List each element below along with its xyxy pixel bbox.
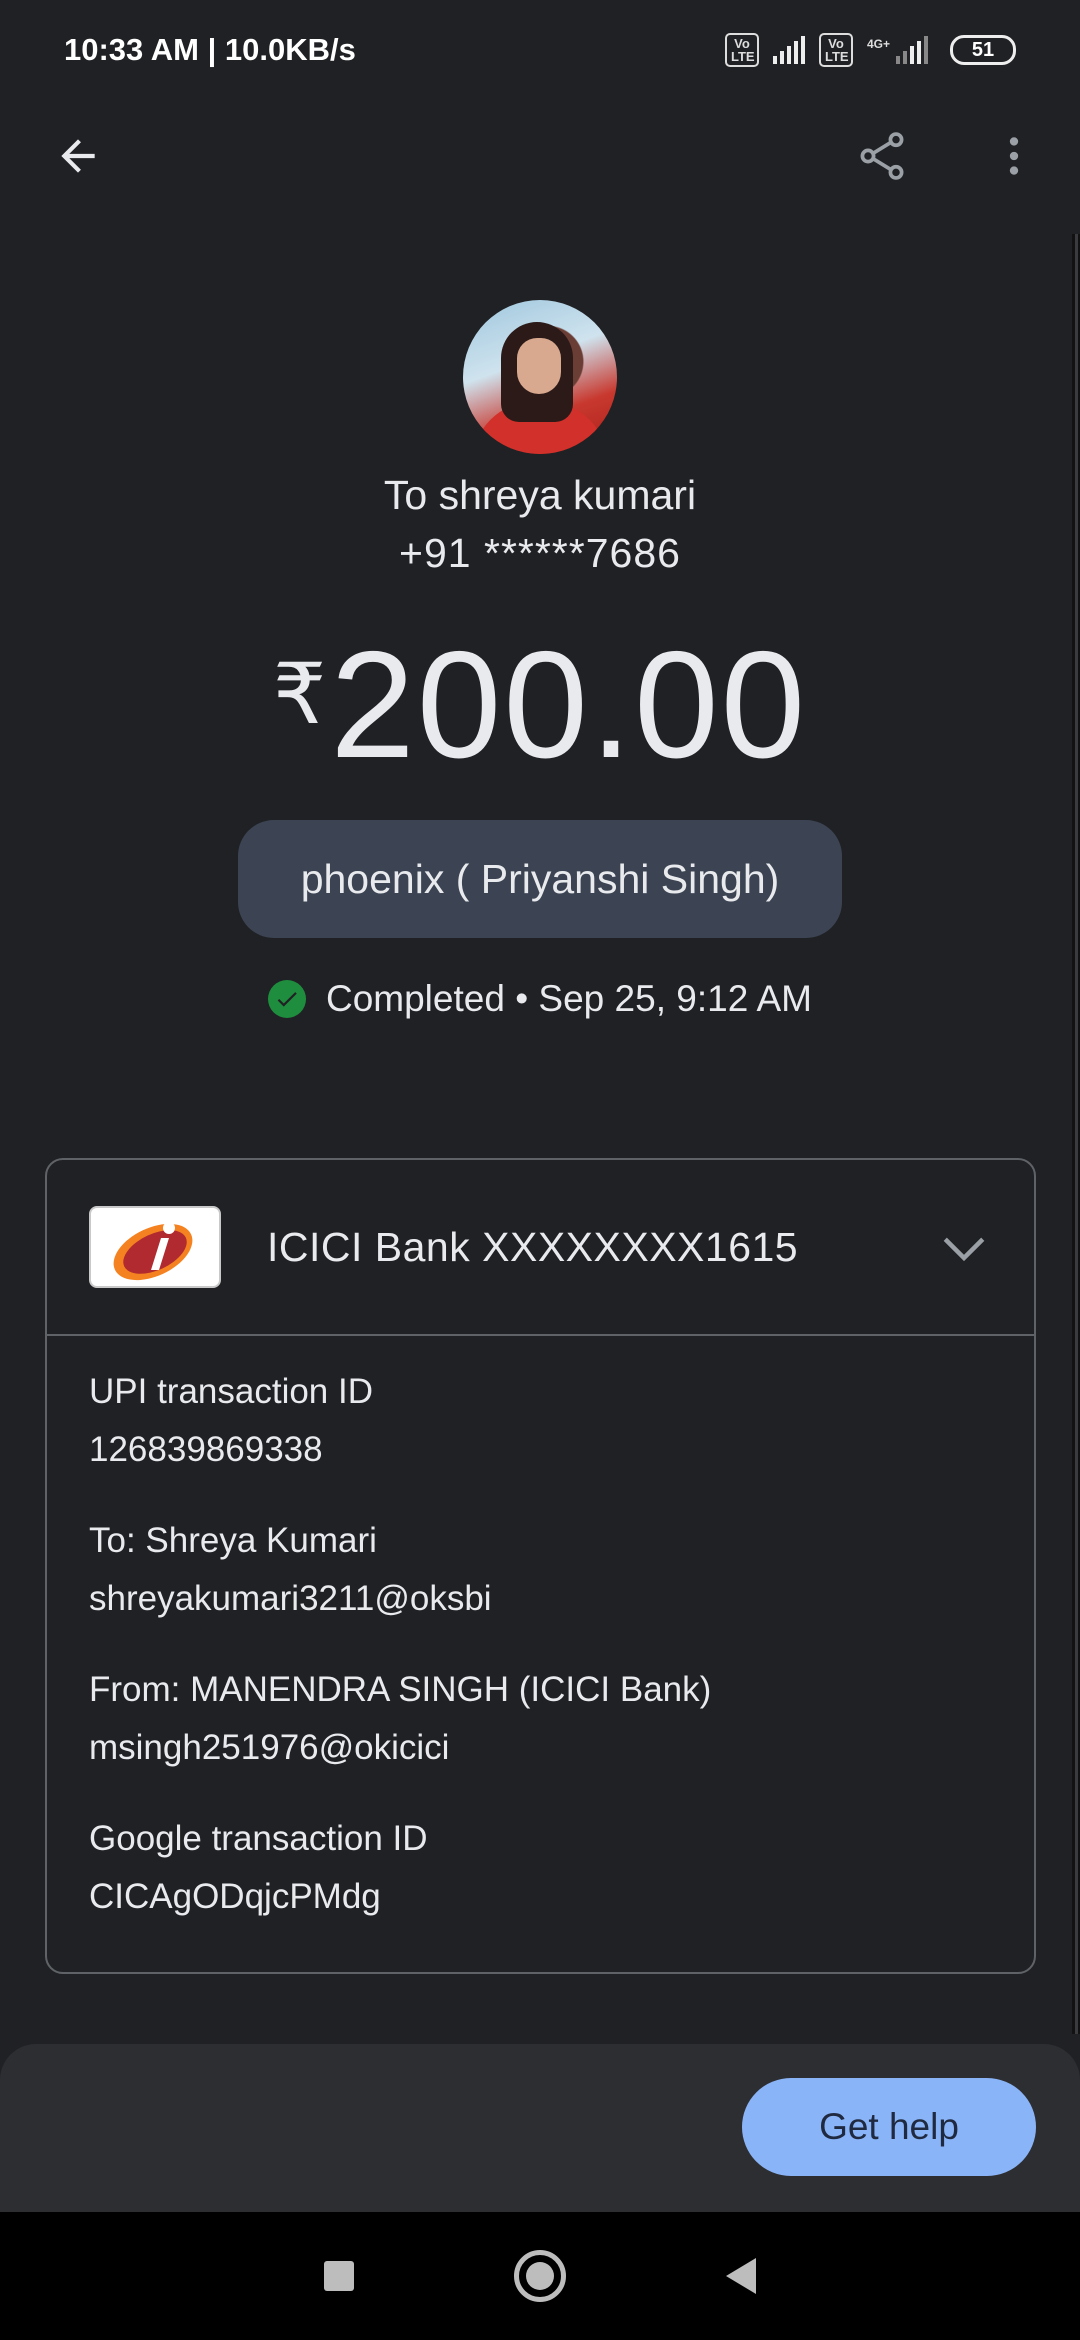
google-transaction-id: Google transaction ID CICAgODqjcPMdg xyxy=(89,1819,428,1917)
status-bar: 10:33 AM | 10.0KB/s Vo LTE Vo LTE 4G+ 51 xyxy=(0,0,1080,100)
arrow-back-icon xyxy=(61,139,95,173)
detail-value[interactable]: msingh251976@okicici xyxy=(89,1728,711,1768)
detail-value[interactable]: 126839869338 xyxy=(89,1430,373,1470)
status-text: Completed • Sep 25, 9:12 AM xyxy=(325,978,813,1019)
home-button[interactable] xyxy=(514,2250,566,2302)
recipient-name: To shreya kumari xyxy=(383,472,697,518)
more-options-button[interactable] xyxy=(974,116,1054,196)
from-details: From: MANENDRA SINGH (ICICI Bank) msingh… xyxy=(89,1670,711,1768)
nav-back-button[interactable] xyxy=(726,2258,756,2294)
recipient-avatar xyxy=(463,300,617,454)
bank-account-row[interactable]: ICICI Bank XXXXXXXX1615 xyxy=(47,1160,1034,1336)
get-help-button[interactable]: Get help xyxy=(742,2078,1036,2176)
detail-value[interactable]: CICAgODqjcPMdg xyxy=(89,1877,428,1917)
chevron-down-icon[interactable] xyxy=(934,1218,994,1278)
recipient-phone: +91 ******7686 xyxy=(399,530,681,576)
amount-value: 200.00 xyxy=(330,620,808,790)
back-button[interactable] xyxy=(38,116,118,196)
more-vert-icon xyxy=(1009,137,1019,175)
network-type: 4G+ xyxy=(866,37,890,51)
signal-icon-2 xyxy=(896,36,928,64)
volte-badge-2: Vo LTE xyxy=(818,33,853,67)
check-circle-icon xyxy=(267,980,306,1018)
status-icons: Vo LTE Vo LTE 4G+ 51 xyxy=(724,33,1016,67)
system-nav-bar xyxy=(0,2212,1080,2340)
detail-label: To: Shreya Kumari xyxy=(89,1521,377,1560)
signal-icon-1 xyxy=(772,36,805,64)
currency-symbol: ₹ xyxy=(272,647,327,741)
detail-label: UPI transaction ID xyxy=(89,1372,373,1411)
bank-account-label: ICICI Bank XXXXXXXX1615 xyxy=(267,1223,799,1270)
status-time-speed: 10:33 AM | 10.0KB/s xyxy=(64,32,356,67)
payment-amount: ₹ 200.00 xyxy=(0,625,1080,785)
share-icon xyxy=(860,132,904,180)
payment-status: Completed • Sep 25, 9:12 AM xyxy=(0,978,1080,1020)
transaction-details-card: ICICI Bank XXXXXXXX1615 UPI transaction … xyxy=(45,1158,1036,1974)
battery-icon: 51 xyxy=(950,35,1016,65)
payment-note-chip: phoenix ( Priyanshi Singh) xyxy=(238,820,842,938)
detail-label: From: MANENDRA SINGH (ICICI Bank) xyxy=(89,1670,712,1709)
detail-value[interactable]: shreyakumari3211@oksbi xyxy=(89,1579,492,1619)
to-details: To: Shreya Kumari shreyakumari3211@oksbi xyxy=(89,1521,492,1619)
detail-label: Google transaction ID xyxy=(89,1819,428,1858)
share-button[interactable] xyxy=(842,116,922,196)
recents-button[interactable] xyxy=(324,2261,354,2291)
avatar-face xyxy=(517,338,561,394)
icici-logo-icon xyxy=(89,1206,221,1288)
volte-badge-1: Vo LTE xyxy=(724,33,759,67)
upi-transaction-id: UPI transaction ID 126839869338 xyxy=(89,1372,373,1470)
